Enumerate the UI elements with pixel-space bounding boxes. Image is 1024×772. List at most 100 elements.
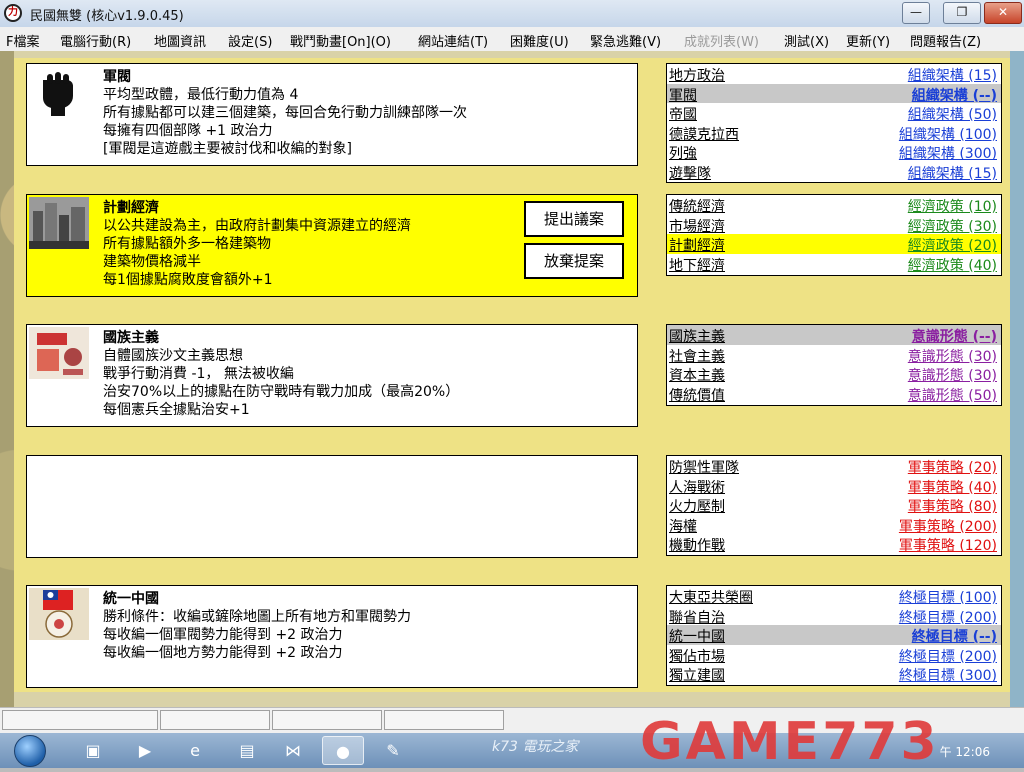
list-item[interactable]: 列強 組織架構 (300) <box>667 142 1001 162</box>
list-item[interactable]: 德謨克拉西 組織架構 (100) <box>667 123 1001 143</box>
item-tag[interactable]: 軍事策略 (80) <box>908 496 997 516</box>
bowtie-app-icon[interactable]: ⋈ <box>272 736 314 765</box>
paint-icon[interactable]: ✎ <box>372 736 414 765</box>
menu-test[interactable]: 測試(X) <box>784 31 829 50</box>
restore-button[interactable]: ❐ <box>943 2 981 24</box>
start-button[interactable] <box>14 735 46 767</box>
item-tag[interactable]: 組織架構 (15) <box>908 163 997 183</box>
menu-difficulty[interactable]: 困難度(U) <box>510 31 569 50</box>
card-line: 戰爭行動消費 -1， 無法被收編 <box>103 366 294 382</box>
list-item[interactable]: 市場經濟 經濟政策 (30) <box>667 215 1001 235</box>
menu-computer-action[interactable]: 電腦行動(R) <box>60 31 131 50</box>
menu-update[interactable]: 更新(Y) <box>846 31 890 50</box>
item-name: 聯省自治 <box>669 609 725 626</box>
list-item[interactable]: 海權 軍事策略 (200) <box>667 515 1001 535</box>
item-tag[interactable]: 終極目標 (300) <box>899 665 997 685</box>
list-item[interactable]: 地方政治 組織架構 (15) <box>667 64 1001 84</box>
item-name: 大東亞共榮圈 <box>669 590 753 606</box>
roc-flag-icon <box>29 588 89 640</box>
item-tag[interactable]: 軍事策略 (120) <box>899 535 997 555</box>
item-tag[interactable]: 意識形態 (30) <box>908 346 997 366</box>
item-tag[interactable]: 經濟政策 (10) <box>908 196 997 216</box>
card-title: 軍閥 <box>103 69 131 85</box>
menu-bar: F檔案 電腦行動(R) 地圖資訊 設定(S) 戰鬥動畫[On](O) 網站連結(… <box>0 27 1024 52</box>
list-item[interactable]: 獨佔市場 終極目標 (200) <box>667 645 1001 665</box>
item-tag[interactable]: 經濟政策 (30) <box>908 216 997 236</box>
menu-emergency-escape[interactable]: 緊急逃難(V) <box>590 31 661 50</box>
item-tag[interactable]: 軍事策略 (200) <box>899 516 997 536</box>
status-cell <box>272 710 382 730</box>
list-item[interactable]: 傳統價值 意識形態 (50) <box>667 384 1001 404</box>
item-tag[interactable]: 意識形態 (--) <box>912 326 997 346</box>
folder-icon[interactable]: ▣ <box>72 736 114 765</box>
menu-settings[interactable]: 設定(S) <box>228 31 272 50</box>
list-item[interactable]: 國族主義 意識形態 (--) <box>667 325 1001 345</box>
app-icon: 力 <box>4 4 22 22</box>
card-line: 每1個據點腐敗度會額外+1 <box>103 272 273 288</box>
item-tag[interactable]: 終極目標 (100) <box>899 587 997 607</box>
item-name: 帝國 <box>669 107 697 124</box>
policy-card-unify-china: 統一中國 勝利條件：收編或鏟除地圖上所有地方和軍閥勢力 每收編一個軍閥勢力能得到… <box>26 585 638 688</box>
status-cell <box>160 710 270 730</box>
list-item[interactable]: 人海戰術 軍事策略 (40) <box>667 476 1001 496</box>
list-item[interactable]: 計劃經濟 經濟政策 (20) <box>667 234 1001 254</box>
list-item[interactable]: 資本主義 意識形態 (30) <box>667 364 1001 384</box>
item-name: 獨立建國 <box>669 668 725 685</box>
item-tag[interactable]: 終極目標 (200) <box>899 646 997 666</box>
item-name: 市場經濟 <box>669 218 725 235</box>
list-item[interactable]: 聯省自治 終極目標 (200) <box>667 606 1001 626</box>
media-player-icon[interactable]: ▶ <box>124 736 166 765</box>
list-item[interactable]: 機動作戰 軍事策略 (120) <box>667 534 1001 554</box>
item-tag[interactable]: 組織架構 (--) <box>912 85 997 105</box>
list-item[interactable]: 傳統經濟 經濟政策 (10) <box>667 195 1001 215</box>
poster-icon <box>29 327 89 379</box>
abandon-button[interactable]: 放棄提案 <box>524 243 624 279</box>
item-tag[interactable]: 組織架構 (100) <box>899 124 997 144</box>
propose-button[interactable]: 提出議案 <box>524 201 624 237</box>
item-tag[interactable]: 終極目標 (--) <box>912 626 997 646</box>
status-cell <box>2 710 158 730</box>
item-tag[interactable]: 終極目標 (200) <box>899 607 997 627</box>
list-item[interactable]: 遊擊隊 組織架構 (15) <box>667 162 1001 182</box>
item-name: 海權 <box>669 518 697 535</box>
list-item[interactable]: 軍閥 組織架構 (--) <box>667 83 1001 105</box>
item-tag[interactable]: 軍事策略 (40) <box>908 477 997 497</box>
item-tag[interactable]: 意識形態 (30) <box>908 365 997 385</box>
military-list: 防禦性軍隊 軍事策略 (20) 人海戰術 軍事策略 (40) 火力壓制 軍事策略 (8… <box>666 455 1002 556</box>
item-name: 傳統經濟 <box>669 199 725 215</box>
minimize-button[interactable]: — <box>902 2 930 24</box>
menu-file[interactable]: F檔案 <box>6 31 39 50</box>
card-line: 平均型政體，最低行動力值為 4 <box>103 87 299 103</box>
item-tag[interactable]: 組織架構 (50) <box>908 104 997 124</box>
item-tag[interactable]: 經濟政策 (40) <box>908 255 997 275</box>
menu-website-links[interactable]: 網站連結(T) <box>418 31 488 50</box>
item-tag[interactable]: 組織架構 (15) <box>908 65 997 85</box>
policy-card-military-empty <box>26 455 638 558</box>
list-item[interactable]: 社會主義 意識形態 (30) <box>667 345 1001 365</box>
list-item[interactable]: 地下經濟 經濟政策 (40) <box>667 254 1001 274</box>
item-tag[interactable]: 意識形態 (50) <box>908 385 997 405</box>
item-tag[interactable]: 軍事策略 (20) <box>908 457 997 477</box>
close-button[interactable]: ✕ <box>984 2 1022 24</box>
list-item[interactable]: 帝國 組織架構 (50) <box>667 103 1001 123</box>
title-bar: 力 民國無雙 (核心v1.9.0.45) — ❐ ✕ <box>0 0 1024 28</box>
item-name: 統一中國 <box>669 629 725 646</box>
list-item[interactable]: 大東亞共榮圈 終極目標 (100) <box>667 586 1001 606</box>
item-tag[interactable]: 經濟政策 (20) <box>908 235 997 255</box>
clock: 午 12:06 <box>939 745 990 759</box>
card-line: 治安70%以上的據點在防守戰時有戰力加成（最高20%） <box>103 384 460 400</box>
menu-map-info[interactable]: 地圖資訊 <box>154 31 206 50</box>
menu-battle-animation[interactable]: 戰鬥動畫[On](O) <box>290 31 391 50</box>
list-item[interactable]: 獨立建國 終極目標 (300) <box>667 664 1001 684</box>
explorer-icon[interactable]: ▤ <box>226 736 268 765</box>
list-item[interactable]: 火力壓制 軍事策略 (80) <box>667 495 1001 515</box>
menu-bug-report[interactable]: 問題報告(Z) <box>910 31 981 50</box>
list-item[interactable]: 防禦性軍隊 軍事策略 (20) <box>667 456 1001 476</box>
org-list: 地方政治 組織架構 (15) 軍閥 組織架構 (--) 帝國 組織架構 (50) 德謨… <box>666 63 1002 183</box>
game-icon[interactable]: ● <box>322 736 364 765</box>
item-name: 資本主義 <box>669 368 725 385</box>
ie-icon[interactable]: e <box>174 736 216 765</box>
list-item[interactable]: 統一中國 終極目標 (--) <box>667 625 1001 645</box>
item-tag[interactable]: 組織架構 (300) <box>899 143 997 163</box>
policy-panel: 軍閥 平均型政體，最低行動力值為 4 所有據點都可以建三個建築，每回合免行動力訓… <box>14 58 1010 692</box>
